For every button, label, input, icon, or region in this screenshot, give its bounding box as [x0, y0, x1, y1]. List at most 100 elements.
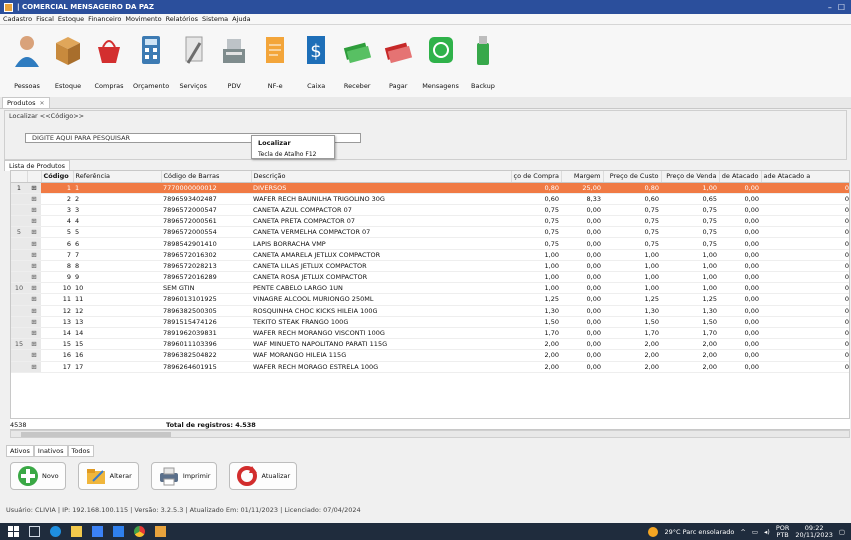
table-row[interactable]: ⊞ 8 8 7896572028213 CANETA LILAS JETLUX COMP…: [11, 260, 849, 273]
windows-start-icon[interactable]: [8, 526, 19, 537]
col-margem[interactable]: Margem: [561, 171, 604, 183]
table-row[interactable]: ⊞ 3 3 7896572000547 CANETA AZUL COMPACTOR 07…: [11, 204, 849, 217]
expand-icon[interactable]: ⊞: [27, 249, 41, 261]
chrome-icon[interactable]: [134, 526, 145, 537]
maximize-button[interactable]: ☐: [838, 3, 845, 12]
col-preco-custo[interactable]: Preço de Custo: [603, 171, 662, 183]
pdv-button[interactable]: PDV: [217, 29, 251, 90]
horizontal-scrollbar[interactable]: [10, 430, 850, 438]
notifications-icon[interactable]: ▢: [839, 528, 845, 536]
estoque-button[interactable]: Estoque: [51, 29, 85, 90]
mail-icon[interactable]: [113, 526, 124, 537]
menu-estoque[interactable]: Estoque: [58, 15, 84, 23]
cell-margem: 0,00: [561, 361, 603, 373]
col-preco-venda[interactable]: Preço de Venda: [661, 171, 720, 183]
file-explorer-icon[interactable]: [71, 526, 82, 537]
col-codigo-barras[interactable]: Código de Barras: [161, 171, 252, 183]
pessoas-button[interactable]: Pessoas: [10, 29, 44, 90]
box-icon: [51, 29, 85, 71]
mensagens-button[interactable]: Mensagens: [422, 29, 459, 90]
table-row[interactable]: ⊞ 9 9 7896572016289 CANETA ROSA JETLUX COMPA…: [11, 271, 849, 284]
servicos-button[interactable]: Serviços: [176, 29, 210, 90]
cell-preco-venda: 0,75: [661, 215, 719, 228]
compras-button[interactable]: Compras: [92, 29, 126, 90]
col-referencia[interactable]: Referência: [73, 171, 162, 183]
menu-movimento[interactable]: Movimento: [125, 15, 161, 23]
orcamento-button[interactable]: Orçamento: [133, 29, 169, 90]
nfe-button[interactable]: NF-e: [258, 29, 292, 90]
table-row[interactable]: ⊞ 16 16 7896382504822 WAF MORANGO HILEIA 115…: [11, 349, 849, 362]
table-row[interactable]: ⊞ 11 11 7896013101925 VINAGRE ALCOOL MURIONG…: [11, 293, 849, 306]
alterar-button[interactable]: Alterar: [77, 462, 139, 490]
expand-icon[interactable]: ⊞: [27, 215, 41, 228]
expand-icon[interactable]: ⊞: [27, 260, 41, 273]
cell-preco-custo: 1,00: [603, 249, 661, 261]
expand-icon[interactable]: ⊞: [27, 349, 41, 362]
expand-icon[interactable]: ⊞: [27, 327, 41, 340]
atualizar-button[interactable]: Atualizar: [229, 462, 298, 490]
expand-icon[interactable]: ⊞: [27, 226, 41, 239]
close-icon[interactable]: ✕: [39, 100, 44, 107]
minimize-button[interactable]: –: [828, 3, 832, 12]
menu-cadastro[interactable]: Cadastro: [3, 15, 32, 23]
volume-icon[interactable]: ◂): [764, 528, 770, 536]
tray-chevron-icon[interactable]: ^: [740, 528, 745, 536]
menu-sistema[interactable]: Sistema: [202, 15, 228, 23]
cell-margem: 0,00: [561, 204, 603, 217]
filter-inativos[interactable]: Inativos: [33, 445, 68, 457]
cell-margem: 0,00: [561, 215, 603, 228]
table-row[interactable]: ⊞ 6 6 7898542901410 LAPIS BORRACHA VMP 0,75 0,…: [11, 237, 849, 250]
col-descricao[interactable]: Descrição: [251, 171, 512, 183]
filter-todos[interactable]: Todos: [67, 445, 94, 457]
expand-icon[interactable]: ⊞: [27, 361, 41, 373]
caixa-button[interactable]: $ Caixa: [299, 29, 333, 90]
table-row[interactable]: 10 ⊞ 10 10 SEM GTIN PENTE CABELO LARGO 1UN 1,0…: [11, 282, 849, 295]
col-codigo[interactable]: Código: [41, 171, 74, 183]
tab-produtos[interactable]: Produtos ✕: [2, 97, 50, 108]
expand-icon[interactable]: ⊞: [27, 293, 41, 306]
novo-button[interactable]: Novo: [10, 462, 66, 490]
expand-icon[interactable]: ⊞: [27, 237, 41, 250]
menu-fiscal[interactable]: Fiscal: [36, 15, 54, 23]
store-icon[interactable]: [92, 526, 103, 537]
table-row[interactable]: ⊞ 4 4 7896572000561 CANETA PRETA COMPACTOR 0…: [11, 215, 849, 228]
edge-icon[interactable]: [50, 526, 61, 537]
expand-icon[interactable]: ⊞: [27, 305, 41, 317]
app-taskbar-icon[interactable]: [155, 526, 166, 537]
menu-ajuda[interactable]: Ajuda: [232, 15, 250, 23]
col-preco-compra[interactable]: ço de Compra: [511, 171, 562, 183]
menu-relatorios[interactable]: Relatórios: [166, 15, 198, 23]
imprimir-button[interactable]: Imprimir: [150, 462, 218, 490]
table-row[interactable]: 15 ⊞ 15 15 7896011103396 WAF MINUETO NAPOLITA…: [11, 338, 849, 351]
clock[interactable]: 09:22 20/11/2023: [795, 524, 832, 539]
invoice-icon: [258, 29, 292, 71]
col-qtd-atacado[interactable]: ade Atacado a: [761, 171, 849, 183]
menu-financeiro[interactable]: Financeiro: [88, 15, 121, 23]
expand-icon[interactable]: ⊞: [27, 282, 41, 295]
table-row[interactable]: ⊞ 13 13 7891515474126 TEKITO STEAK FRANGO 10…: [11, 316, 849, 328]
table-row[interactable]: 5 ⊞ 5 5 7896572000554 CANETA VERMELHA COMPACT…: [11, 226, 849, 239]
network-icon[interactable]: ▭: [752, 528, 758, 536]
cell-referencia: 2: [41, 193, 73, 205]
table-row[interactable]: ⊞ 7 7 7896572016302 CANETA AMARELA JETLUX CO…: [11, 249, 849, 261]
table-row[interactable]: ⊞ 17 17 7896264601915 WAFER RECH MORAGO ESTR…: [11, 361, 849, 373]
col-atacado[interactable]: de Atacado: [719, 171, 762, 183]
task-view-icon[interactable]: [29, 526, 40, 537]
table-row[interactable]: ⊞ 2 2 7896593402487 WAFER RECH BAUNILHA TRIG…: [11, 193, 849, 205]
expand-icon[interactable]: ⊞: [27, 338, 41, 351]
expand-icon[interactable]: ⊞: [27, 204, 41, 217]
pagar-button[interactable]: Pagar: [381, 29, 415, 90]
table-row[interactable]: 1 ⊞ 1 1 7770000000012 DIVERSOS 0,80 25,00 0,80 1,…: [11, 182, 849, 194]
scrollbar-thumb[interactable]: [21, 432, 171, 437]
table-row[interactable]: ⊞ 12 12 7896382500305 ROSQUINHA CHOC KICKS H…: [11, 305, 849, 317]
filter-ativos[interactable]: Ativos: [6, 445, 34, 457]
backup-button[interactable]: Backup: [466, 29, 500, 90]
expand-icon[interactable]: ⊞: [27, 193, 41, 205]
table-row[interactable]: ⊞ 14 14 7891962039831 WAFER RECH MORANGO VIS…: [11, 327, 849, 340]
language-indicator[interactable]: POR PTB: [776, 524, 790, 539]
expand-icon[interactable]: ⊞: [27, 316, 41, 328]
expand-icon[interactable]: ⊞: [27, 182, 41, 194]
receber-button[interactable]: Receber: [340, 29, 374, 90]
expand-icon[interactable]: ⊞: [27, 271, 41, 284]
weather-text[interactable]: 29°C Parc ensolarado: [664, 528, 734, 536]
